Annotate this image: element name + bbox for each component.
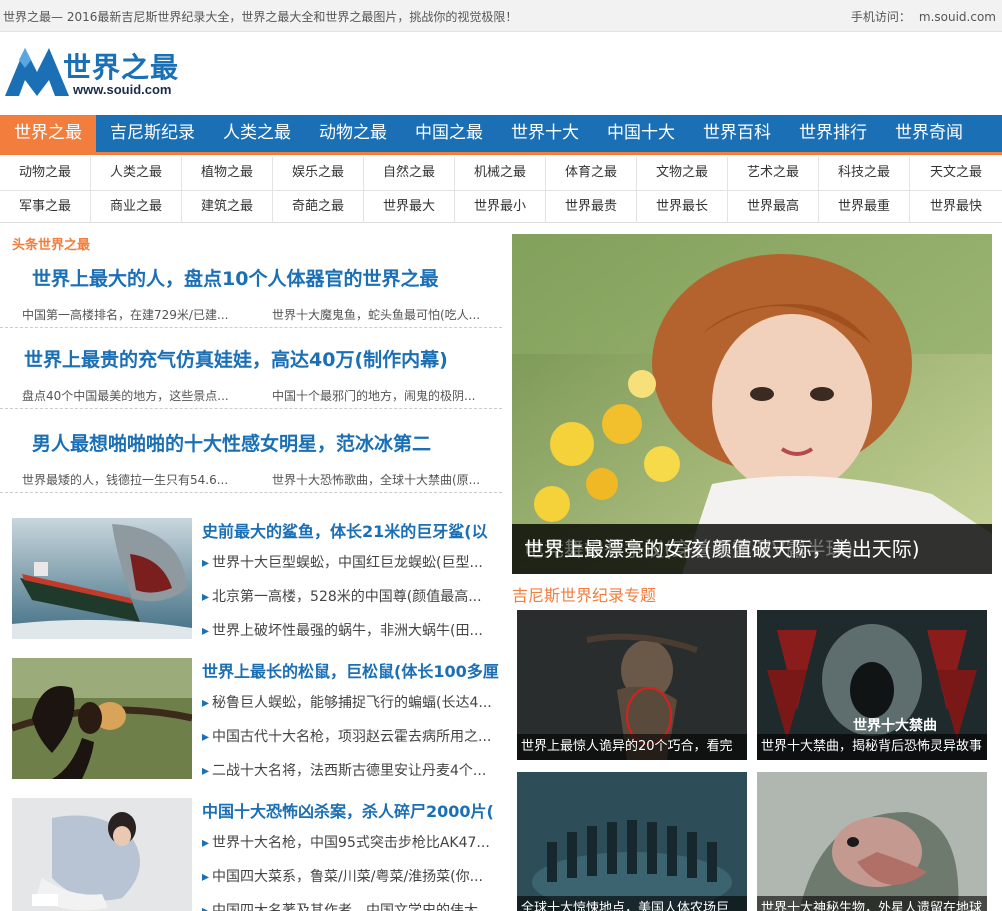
- main-nav-item[interactable]: 世界百科: [689, 115, 785, 152]
- sub-nav-item[interactable]: 世界最贵: [546, 191, 637, 223]
- girl-lying-thumbnail[interactable]: [12, 798, 192, 911]
- topic-card[interactable]: 世界十大神秘生物，外星人遗留在地球: [757, 772, 987, 911]
- headline-sub-link[interactable]: 中国十个最邪门的地方，闹鬼的极阴...: [272, 387, 496, 404]
- shark-ship-thumbnail[interactable]: [12, 518, 192, 639]
- headline-sub-link[interactable]: 世界最矮的人，钱德拉一生只有54.6...: [22, 471, 246, 488]
- post-link[interactable]: 世界十大名枪，中国95式突击步枪比AK47...: [202, 832, 502, 866]
- headline-sub-link[interactable]: 盘点40个中国最美的地方，这些景点...: [22, 387, 246, 404]
- hero-slideshow[interactable]: 世界上最漂亮的女孩(颜值破天际，美出天际) 电竞舞娘惹争议(穿着暴露深V露半球): [512, 234, 992, 574]
- headline-sub-link[interactable]: 世界十大魔鬼鱼，蛇头鱼最可怕(吃人...: [272, 306, 496, 323]
- sub-nav-item[interactable]: 天文之最: [910, 157, 1002, 190]
- post-link[interactable]: 北京第一高楼，528米的中国尊(颜值最高...: [202, 586, 502, 620]
- post-title-link[interactable]: 世界上最长的松鼠，巨松鼠(体长100多厘: [202, 658, 502, 682]
- post-link-list: 世界十大名枪，中国95式突击步枪比AK47... 中国四大菜系，鲁菜/川菜/粤菜…: [202, 832, 502, 911]
- main-nav-item[interactable]: 世界十大: [497, 115, 593, 152]
- headline-sub-link[interactable]: 中国第一高楼排名，在建729米/已建...: [22, 306, 246, 323]
- topic-card[interactable]: 世界十大禁曲 世界十大禁曲，揭秘背后恐怖灵异故事: [757, 610, 987, 760]
- post-item: 中国十大恐怖凶杀案，杀人碎尸2000片( 世界十大名枪，中国95式突击步枪比AK…: [12, 798, 502, 911]
- post-link[interactable]: 中国四大菜系，鲁菜/川菜/粤菜/淮扬菜(你...: [202, 866, 502, 900]
- underwater-statues-image: [517, 772, 747, 911]
- sub-nav-item[interactable]: 世界最快: [910, 191, 1002, 223]
- sub-nav-item[interactable]: 科技之最: [819, 157, 910, 190]
- main-nav-item[interactable]: 吉尼斯纪录: [96, 115, 209, 152]
- headline-title-link[interactable]: 男人最想啪啪啪的十大性感女明星，范冰冰第二: [0, 429, 502, 456]
- post-title-link[interactable]: 中国十大恐怖凶杀案，杀人碎尸2000片(: [202, 798, 502, 822]
- headline-sub-links: 中国第一高楼排名，在建729米/已建... 世界十大魔鬼鱼，蛇头鱼最可怕(吃人.…: [0, 306, 502, 328]
- sub-nav-item[interactable]: 世界最大: [364, 191, 455, 223]
- creature-image: [757, 772, 987, 911]
- squirrel-thumbnail[interactable]: [12, 658, 192, 779]
- site-header: 世界之最 www.souid.com: [0, 32, 1002, 115]
- headlines-section-title: 头条世界之最: [12, 238, 91, 253]
- headline-item: 世界上最大的人，盘点10个人体器官的世界之最 中国第一高楼排名，在建729米/已…: [0, 264, 502, 328]
- logo-url: www.souid.com: [73, 82, 172, 97]
- mobile-label: 手机访问：: [850, 10, 911, 24]
- post-link-list: 秘鲁巨人蜈蚣，能够捕捉飞行的蝙蝠(长达4... 中国古代十大名枪，项羽赵云霍去病…: [202, 692, 502, 794]
- hero-image: [512, 234, 992, 574]
- mobile-access[interactable]: 手机访问： m.souid.com: [851, 8, 996, 25]
- topic-card-caption: 世界上最惊人诡异的20个巧合，看完: [517, 734, 747, 760]
- main-nav-item[interactable]: 中国之最: [401, 115, 497, 152]
- sub-nav-item[interactable]: 艺术之最: [728, 157, 819, 190]
- topic-card-caption: 全球十大惊悚地点，美国人体农场巨: [517, 896, 747, 911]
- main-nav-item[interactable]: 世界奇闻: [881, 115, 977, 152]
- headline-sub-links: 盘点40个中国最美的地方，这些景点... 中国十个最邪门的地方，闹鬼的极阴...: [0, 387, 502, 409]
- headline-sub-links: 世界最矮的人，钱德拉一生只有54.6... 世界十大恐怖歌曲，全球十大禁曲(原.…: [0, 471, 502, 493]
- headline-sub-link[interactable]: 世界十大恐怖歌曲，全球十大禁曲(原...: [272, 471, 496, 488]
- post-item: 世界上最长的松鼠，巨松鼠(体长100多厘 秘鲁巨人蜈蚣，能够捕捉飞行的蝙蝠(长达…: [12, 658, 502, 779]
- main-nav-item[interactable]: 世界之最: [0, 115, 96, 152]
- topic-card[interactable]: 世界上最惊人诡异的20个巧合，看完: [517, 610, 747, 760]
- topic-card-caption: 世界十大禁曲，揭秘背后恐怖灵异故事: [757, 734, 987, 760]
- sub-nav-item[interactable]: 动物之最: [0, 157, 91, 190]
- post-link[interactable]: 秘鲁巨人蜈蚣，能够捕捉飞行的蝙蝠(长达4...: [202, 692, 502, 726]
- sub-nav: 动物之最 人类之最 植物之最 娱乐之最 自然之最 机械之最 体育之最 文物之最 艺术之最 科技之最…: [0, 157, 1002, 223]
- main-nav: 世界之最 吉尼斯纪录 人类之最 动物之最 中国之最 世界十大 中国十大 世界百科 世界排行 世界奇…: [0, 115, 1002, 155]
- site-tagline: 世界之最— 2016最新吉尼斯世界纪录大全，世界之最大全和世界之最图片，挑战你的…: [3, 10, 518, 24]
- topic-card-caption: 世界十大神秘生物，外星人遗留在地球: [757, 896, 987, 911]
- post-link[interactable]: 二战十大名将，法西斯古德里安让丹麦4个...: [202, 760, 502, 794]
- sub-nav-item[interactable]: 奇葩之最: [273, 191, 364, 223]
- logo-text: 世界之最: [63, 51, 180, 84]
- hero-caption-ghost: 电竞舞娘惹争议(穿着暴露深V露半球): [524, 537, 854, 561]
- site-logo[interactable]: 世界之最 www.souid.com: [3, 38, 203, 102]
- sub-nav-item[interactable]: 体育之最: [546, 157, 637, 190]
- sub-nav-item[interactable]: 文物之最: [637, 157, 728, 190]
- topic-card[interactable]: 全球十大惊悚地点，美国人体农场巨: [517, 772, 747, 911]
- sub-nav-item[interactable]: 世界最重: [819, 191, 910, 223]
- sub-nav-item[interactable]: 世界最高: [728, 191, 819, 223]
- sub-nav-item[interactable]: 机械之最: [455, 157, 546, 190]
- topics-section-title: 吉尼斯世界纪录专题: [512, 586, 657, 605]
- sub-nav-item[interactable]: 娱乐之最: [273, 157, 364, 190]
- post-link-list: 世界十大巨型蜈蚣，中国红巨龙蜈蚣(巨型... 北京第一高楼，528米的中国尊(颜…: [202, 552, 502, 654]
- headline-title-link[interactable]: 世界上最大的人，盘点10个人体器官的世界之最: [0, 264, 502, 291]
- main-nav-item[interactable]: 动物之最: [305, 115, 401, 152]
- post-link[interactable]: 世界上破坏性最强的蜗牛，非洲大蜗牛(田...: [202, 620, 502, 654]
- post-title-link[interactable]: 史前最大的鲨鱼，体长21米的巨牙鲨(以: [202, 518, 502, 542]
- sub-nav-item[interactable]: 世界最长: [637, 191, 728, 223]
- mobile-domain-link[interactable]: m.souid.com: [919, 10, 996, 24]
- sub-nav-item[interactable]: 军事之最: [0, 191, 91, 223]
- sub-nav-item[interactable]: 建筑之最: [182, 191, 273, 223]
- main-nav-item[interactable]: 中国十大: [593, 115, 689, 152]
- top-bar: 世界之最— 2016最新吉尼斯世界纪录大全，世界之最大全和世界之最图片，挑战你的…: [0, 0, 1002, 32]
- headline-item: 男人最想啪啪啪的十大性感女明星，范冰冰第二 世界最矮的人，钱德拉一生只有54.6…: [0, 429, 502, 493]
- sub-nav-item[interactable]: 自然之最: [364, 157, 455, 190]
- feature-column: 世界上最漂亮的女孩(颜值破天际，美出天际) 电竞舞娘惹争议(穿着暴露深V露半球)…: [502, 224, 1002, 911]
- sub-nav-item[interactable]: 世界最小: [455, 191, 546, 223]
- hero-caption[interactable]: 世界上最漂亮的女孩(颜值破天际，美出天际) 电竞舞娘惹争议(穿着暴露深V露半球): [512, 524, 992, 574]
- horror-image-text: 世界十大禁曲: [853, 717, 937, 734]
- post-link[interactable]: 中国古代十大名枪，项羽赵云霍去病所用之...: [202, 726, 502, 760]
- main-nav-item[interactable]: 世界排行: [785, 115, 881, 152]
- sub-nav-item[interactable]: 植物之最: [182, 157, 273, 190]
- headline-title-link[interactable]: 世界上最贵的充气仿真娃娃，高达40万(制作内幕): [0, 345, 502, 372]
- post-item: 史前最大的鲨鱼，体长21米的巨牙鲨(以 世界十大巨型蜈蚣，中国红巨龙蜈蚣(巨型.…: [12, 518, 502, 639]
- headlines-column: 头条世界之最 世界上最大的人，盘点10个人体器官的世界之最 中国第一高楼排名，在…: [0, 224, 502, 911]
- sub-nav-item[interactable]: 人类之最: [91, 157, 182, 190]
- main-nav-item[interactable]: 人类之最: [209, 115, 305, 152]
- post-link[interactable]: 世界十大巨型蜈蚣，中国红巨龙蜈蚣(巨型...: [202, 552, 502, 586]
- post-link[interactable]: 中国四大名著及其作者，中国文学史的伟大...: [202, 900, 502, 911]
- headline-item: 世界上最贵的充气仿真娃娃，高达40万(制作内幕) 盘点40个中国最美的地方，这些…: [0, 345, 502, 409]
- sub-nav-item[interactable]: 商业之最: [91, 191, 182, 223]
